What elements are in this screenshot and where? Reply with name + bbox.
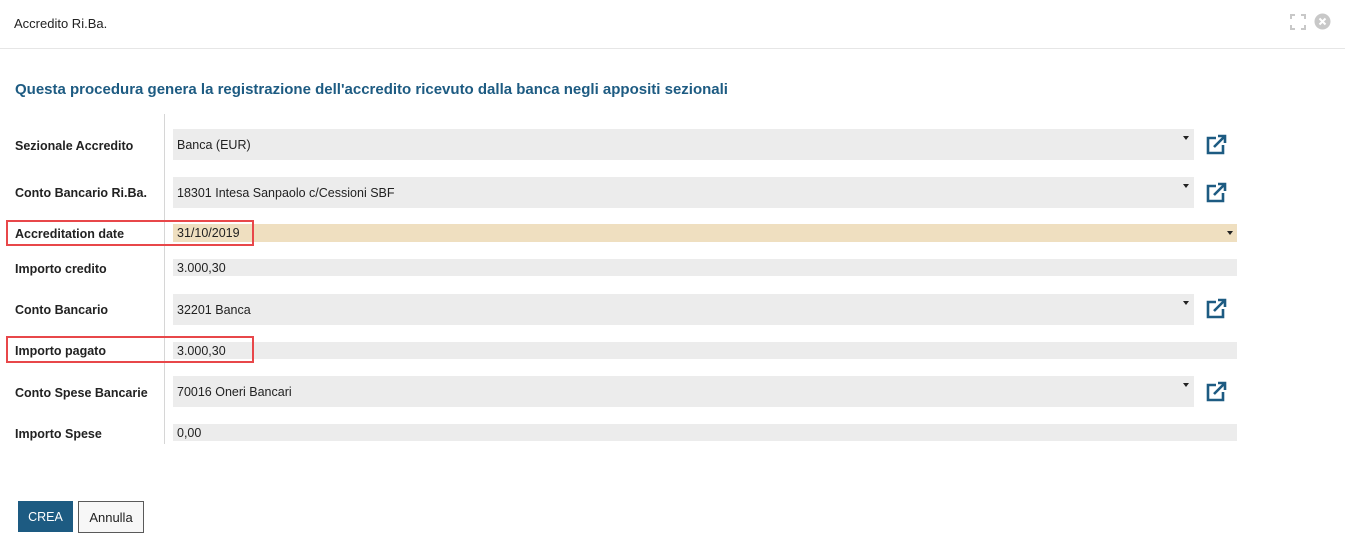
conto-bancario-value: 32201 Banca xyxy=(177,302,251,317)
importo-credito-value: 3.000,30 xyxy=(177,260,226,275)
importo-spese-label: Importo Spese xyxy=(15,427,102,441)
create-button[interactable]: CREA xyxy=(18,501,73,532)
highlight-box xyxy=(6,336,254,363)
conto-spese-bancarie-label: Conto Spese Bancarie xyxy=(15,386,148,400)
conto-bancario-riba-label: Conto Bancario Ri.Ba. xyxy=(15,186,147,200)
external-link-icon[interactable] xyxy=(1204,181,1228,205)
close-icon[interactable] xyxy=(1314,13,1331,35)
importo-pagato-input[interactable]: 3.000,30 xyxy=(173,342,1237,359)
conto-bancario-riba-select[interactable]: 18301 Intesa Sanpaolo c/Cessioni SBF xyxy=(173,177,1194,208)
importo-credito-label: Importo credito xyxy=(15,262,107,276)
expand-icon[interactable] xyxy=(1290,13,1306,35)
conto-spese-bancarie-value: 70016 Oneri Bancari xyxy=(177,384,292,399)
dialog-title: Accredito Ri.Ba. xyxy=(14,16,108,31)
procedure-description: Questa procedura genera la registrazione… xyxy=(15,81,728,98)
cancel-button[interactable]: Annulla xyxy=(78,501,144,533)
conto-spese-bancarie-select[interactable]: 70016 Oneri Bancari xyxy=(173,376,1194,407)
sezionale-accredito-value: Banca (EUR) xyxy=(177,137,251,152)
chevron-down-icon xyxy=(1227,231,1233,235)
conto-bancario-select[interactable]: 32201 Banca xyxy=(173,294,1194,325)
chevron-down-icon xyxy=(1183,301,1189,305)
external-link-icon[interactable] xyxy=(1204,133,1228,157)
conto-bancario-riba-value: 18301 Intesa Sanpaolo c/Cessioni SBF xyxy=(177,185,395,200)
accreditation-date-input[interactable]: 31/10/2019 xyxy=(173,224,1237,242)
importo-spese-input[interactable]: 0,00 xyxy=(173,424,1237,441)
chevron-down-icon xyxy=(1183,184,1189,188)
form-divider xyxy=(164,114,165,444)
sezionale-accredito-select[interactable]: Banca (EUR) xyxy=(173,129,1194,160)
sezionale-accredito-label: Sezionale Accredito xyxy=(15,139,134,153)
importo-spese-value: 0,00 xyxy=(177,425,202,440)
window-controls xyxy=(1290,13,1331,35)
importo-credito-field: 3.000,30 xyxy=(173,259,1237,276)
external-link-icon[interactable] xyxy=(1204,380,1228,404)
chevron-down-icon xyxy=(1183,383,1189,387)
dialog-titlebar: Accredito Ri.Ba. xyxy=(0,0,1345,49)
conto-bancario-label: Conto Bancario xyxy=(15,303,109,317)
highlight-box xyxy=(6,220,254,246)
external-link-icon[interactable] xyxy=(1204,297,1228,321)
chevron-down-icon xyxy=(1183,136,1189,140)
